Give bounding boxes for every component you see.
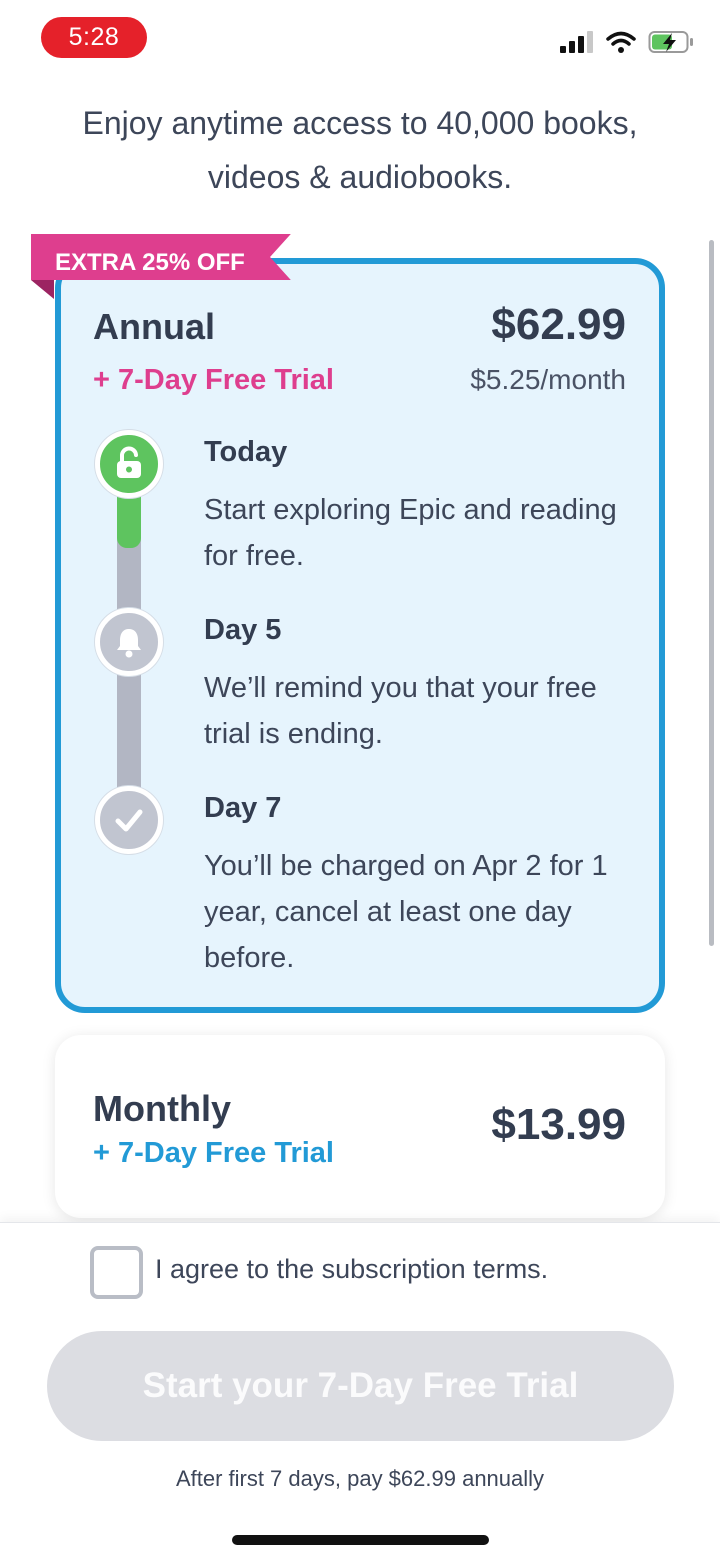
discount-badge: EXTRA 25% OFF: [31, 234, 291, 280]
timeline-progress: [117, 490, 141, 548]
wifi-icon: [606, 31, 636, 53]
step-day7-title: Day 7: [204, 792, 282, 824]
status-bar: 5:28: [0, 0, 720, 80]
check-icon: [115, 809, 143, 832]
annual-trial-label: + 7-Day Free Trial: [93, 364, 334, 396]
ribbon-fold: [31, 280, 54, 299]
timeline-node-day5: [95, 608, 163, 676]
step-today-text: Start exploring Epic and reading for fre…: [204, 494, 617, 572]
agree-label[interactable]: I agree to the subscription terms.: [155, 1254, 548, 1285]
monthly-trial-label: + 7-Day Free Trial: [93, 1137, 334, 1169]
billing-footnote: After first 7 days, pay $62.99 annually: [175, 1466, 545, 1491]
monthly-price: $13.99: [491, 1100, 626, 1149]
step-day5-title: Day 5: [204, 614, 282, 646]
timeline-node-today: [95, 430, 163, 498]
status-icons: [560, 30, 694, 54]
annual-plan-name: Annual: [93, 306, 215, 347]
step-today-title: Today: [204, 436, 288, 468]
monthly-plan-name: Monthly: [93, 1088, 231, 1129]
unlock-icon: [117, 446, 141, 478]
agree-checkbox[interactable]: [90, 1246, 143, 1299]
timeline-node-day7: [95, 786, 163, 854]
battery-charging-icon: [648, 31, 693, 53]
start-trial-button[interactable]: Start your 7-Day Free Trial: [47, 1331, 674, 1441]
status-time: 5:28: [41, 17, 147, 58]
bell-icon: [117, 629, 141, 658]
home-indicator[interactable]: [232, 1535, 489, 1545]
page-headline: Enjoy anytime access to 40,000 books, vi…: [82, 105, 638, 195]
step-day7-text: You’ll be charged on Apr 2 for 1 year, c…: [204, 850, 608, 974]
scrollbar[interactable]: [709, 240, 714, 946]
annual-price: $62.99: [491, 300, 626, 349]
signal-icon: [560, 31, 593, 53]
step-day5-text: We’ll remind you that your free trial is…: [204, 672, 597, 750]
annual-per-month: $5.25/month: [470, 364, 626, 395]
